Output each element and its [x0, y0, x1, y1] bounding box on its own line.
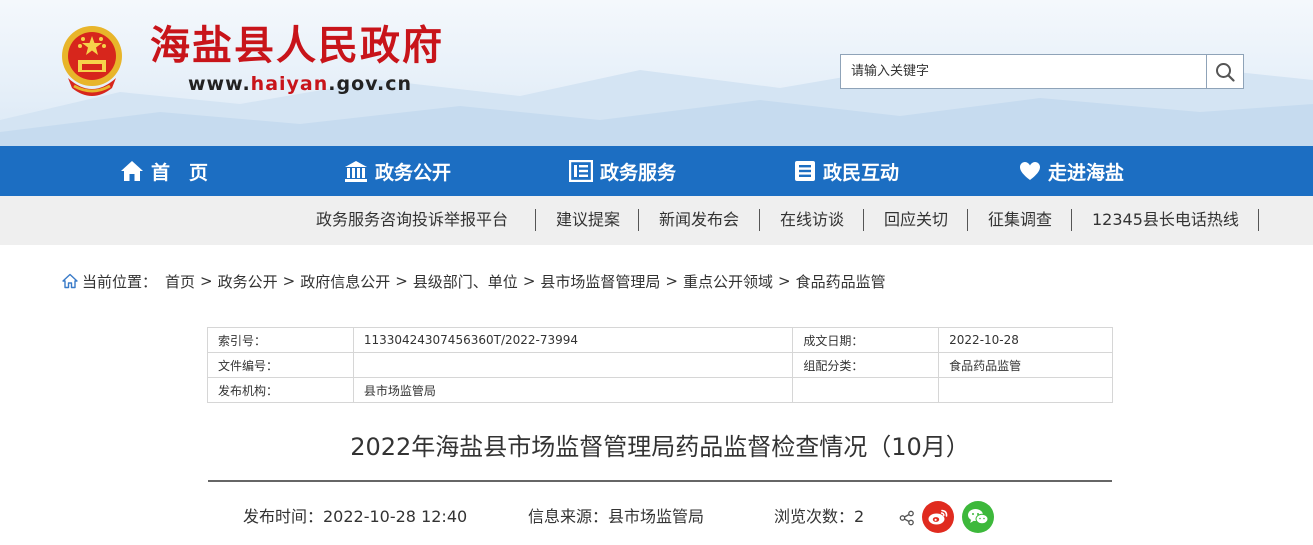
breadcrumb-separator: > [200, 272, 213, 290]
wechat-share-button[interactable] [962, 501, 994, 533]
home-outline-icon [62, 273, 78, 289]
search-input[interactable] [841, 55, 1206, 88]
table-row: 发布机构： 县市场监管局 [207, 377, 1113, 403]
share-icon[interactable] [899, 510, 915, 526]
breadcrumb-item[interactable]: 县级部门、单位 [413, 271, 518, 292]
site-title[interactable]: 海盐县人民政府 [150, 22, 444, 70]
subnav-link-press-conference[interactable]: 新闻发布会 [659, 210, 739, 230]
breadcrumb-item[interactable]: 政务公开 [218, 271, 278, 292]
search-button[interactable] [1206, 55, 1243, 88]
breadcrumb-item[interactable]: 首页 [165, 271, 195, 292]
subnav-link-proposals[interactable]: 建议提案 [556, 210, 620, 230]
nav-item-label: 政民互动 [823, 161, 900, 184]
subnav-divider [535, 209, 536, 231]
document-icon [795, 161, 815, 181]
url-highlight: haiyan [250, 73, 329, 95]
index-number-value: 11330424307456360T/2022-73994 [352, 327, 794, 353]
category-value: 食品药品监管 [938, 352, 1113, 378]
nav-item-label: 走进海盐 [1048, 161, 1125, 184]
written-date-label: 成文日期： [792, 327, 940, 353]
breadcrumb-item[interactable]: 县市场监督管理局 [540, 271, 660, 292]
subnav-divider [863, 209, 864, 231]
nav-item-about-haiyan[interactable]: 走进海盐 [1019, 146, 1124, 196]
breadcrumb-item[interactable]: 重点公开领域 [683, 271, 773, 292]
document-info-table: 索引号： 11330424307456360T/2022-73994 成文日期：… [207, 327, 1113, 403]
nav-item-label: 首 页 [151, 161, 209, 184]
wechat-icon [968, 509, 989, 525]
service-list-icon [569, 160, 593, 182]
file-number-label: 文件编号： [207, 352, 354, 378]
subnav-link-complaint-platform[interactable]: 政务服务咨询投诉举报平台 [316, 210, 508, 230]
breadcrumb-item[interactable]: 食品药品监管 [796, 271, 886, 292]
article-title: 2022年海盐县市场监督管理局药品监督检查情况（10月） [350, 433, 970, 461]
national-emblem-icon [58, 24, 126, 96]
breadcrumb-separator: > [522, 272, 536, 290]
publisher-label: 发布机构： [207, 377, 354, 403]
nav-item-public-interaction[interactable]: 政民互动 [794, 146, 899, 196]
info-source: 信息来源：县市场监管局 [528, 507, 705, 526]
header-banner: 海盐县人民政府 www.haiyan.gov.cn [0, 0, 1313, 146]
nav-item-government-services[interactable]: 政务服务 [569, 146, 676, 196]
home-icon [121, 161, 143, 181]
url-prefix: www. [188, 73, 251, 95]
file-number-value [352, 352, 794, 378]
main-nav: 首 页 政务公开 政务服务 政民互动 走进海盐 [0, 146, 1313, 196]
sub-nav: 政务服务咨询投诉举报平台 建议提案 新闻发布会 在线访谈 回应关切 征集调查 1… [0, 196, 1313, 245]
breadcrumb-item[interactable]: 政府信息公开 [300, 271, 390, 292]
title-divider [208, 480, 1112, 482]
nav-item-home[interactable]: 首 页 [120, 146, 208, 196]
subnav-divider [967, 209, 968, 231]
weibo-share-button[interactable] [922, 501, 954, 533]
search-icon [1216, 62, 1235, 82]
subnav-link-survey[interactable]: 征集调查 [988, 210, 1052, 230]
table-row: 索引号： 11330424307456360T/2022-73994 成文日期：… [207, 327, 1113, 353]
empty-label-cell [792, 377, 940, 403]
table-row: 文件编号： 组配分类： 食品药品监管 [207, 352, 1113, 378]
publish-time: 发布时间：2022-10-28 12:40 [243, 507, 468, 526]
subnav-divider [638, 209, 639, 231]
breadcrumb-separator: > [665, 272, 678, 290]
heart-icon [1020, 162, 1040, 180]
written-date-value: 2022-10-28 [938, 327, 1113, 353]
subnav-divider [1258, 209, 1259, 231]
subnav-divider [759, 209, 760, 231]
category-label: 组配分类： [792, 352, 940, 378]
nav-item-label: 政务服务 [600, 161, 677, 184]
url-suffix: .gov.cn [328, 73, 412, 95]
breadcrumb: 当前位置： 首页 > 政务公开 > 政府信息公开 > 县级部门、单位 > 县市场… [62, 271, 886, 291]
breadcrumb-prefix: 当前位置： [82, 272, 158, 291]
subnav-divider [1071, 209, 1072, 231]
breadcrumb-separator: > [395, 272, 408, 290]
publisher-value: 县市场监管局 [352, 377, 794, 403]
empty-value-cell [938, 377, 1113, 403]
search-box [840, 54, 1244, 89]
nav-item-label: 政务公开 [375, 161, 452, 184]
site-url[interactable]: www.haiyan.gov.cn [188, 72, 412, 96]
breadcrumb-separator: > [282, 272, 296, 290]
index-number-label: 索引号： [207, 327, 354, 353]
subnav-link-response[interactable]: 回应关切 [884, 210, 948, 230]
breadcrumb-separator: > [778, 272, 791, 290]
nav-item-government-affairs[interactable]: 政务公开 [344, 146, 451, 196]
subnav-link-hotline[interactable]: 12345县长电话热线 [1092, 210, 1239, 230]
weibo-icon [928, 509, 948, 525]
view-count: 浏览次数：2 [774, 507, 865, 526]
subnav-link-online-interview[interactable]: 在线访谈 [780, 210, 844, 230]
government-building-icon [345, 161, 367, 182]
